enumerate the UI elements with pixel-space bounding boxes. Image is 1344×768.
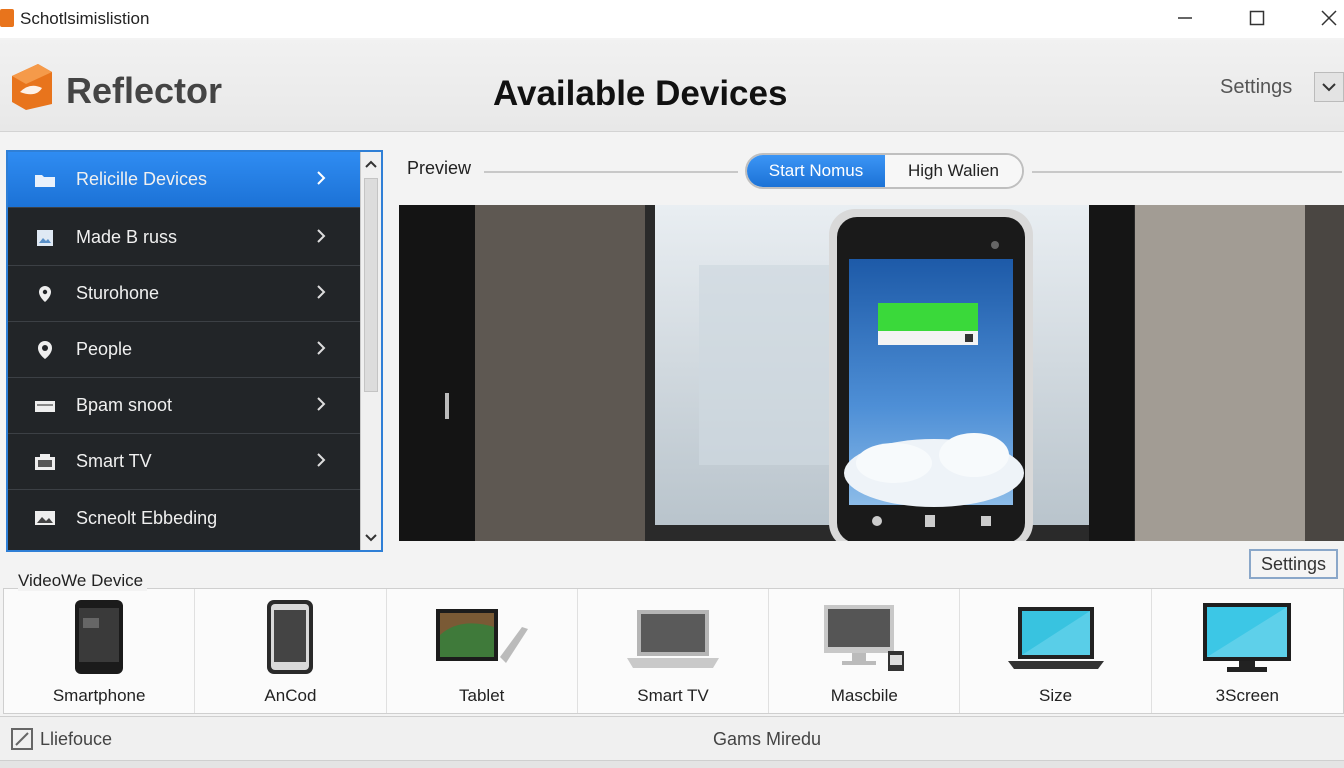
window-bottom-edge: [0, 760, 1344, 768]
title-bar: Schotlsimislistion: [0, 0, 1344, 38]
chevron-up-icon: [365, 160, 377, 168]
phone-preview-illustration: [399, 205, 1344, 541]
app-icon: [0, 9, 14, 27]
device-card-size[interactable]: Size: [960, 589, 1152, 713]
status-center-text: Gams Miredu: [713, 729, 822, 749]
device-sidebar: Relicille Devices Made B russ Sturohone …: [6, 150, 383, 552]
chevron-right-icon: [316, 282, 326, 305]
device-card-ancod[interactable]: AnCod: [195, 589, 387, 713]
page-title: Available Devices: [493, 74, 788, 113]
maximize-icon: [1249, 10, 1265, 26]
desktop-icon: [824, 605, 905, 671]
sidebar-item-bpam-snoot[interactable]: Bpam snoot: [8, 378, 360, 434]
minimize-icon: [1178, 17, 1192, 19]
status-left-text: Lliefouce: [40, 729, 113, 749]
close-button[interactable]: [1306, 4, 1344, 32]
location-pin-icon: [34, 285, 56, 303]
sidebar-list: Relicille Devices Made B russ Sturohone …: [8, 152, 360, 550]
preview-image: [399, 205, 1344, 541]
device-label: Mascbile: [830, 686, 898, 705]
chevron-right-icon: [316, 450, 326, 473]
sidebar-scrollbar[interactable]: [360, 152, 381, 550]
device-label: Smartphone: [52, 686, 146, 705]
chevron-right-icon: [316, 168, 326, 191]
device-section-title: VideoWe Device: [18, 571, 148, 591]
sidebar-item-smart-tv[interactable]: Smart TV: [8, 434, 360, 490]
window-title: Schotlsimislistion: [20, 9, 150, 28]
laptop-icon: [626, 610, 719, 668]
maximize-button[interactable]: [1234, 4, 1280, 32]
device-card-3screen[interactable]: 3Screen: [1152, 589, 1343, 713]
device-label: Size: [1039, 686, 1073, 705]
device-strip: Smartphone AnCod Tablet Smart TV Mascbil…: [3, 588, 1344, 714]
tablet-icon: [435, 609, 528, 663]
tv-icon: [34, 453, 56, 471]
scroll-up-button[interactable]: [361, 152, 381, 176]
map-marker-icon: [34, 340, 56, 359]
preview-label: Preview: [407, 158, 472, 178]
laptop-blue-icon: [1007, 607, 1104, 669]
edit-icon[interactable]: [11, 728, 33, 750]
brand-name: Reflector: [66, 70, 223, 111]
mode-toggle: Start Nomus High Walien: [745, 153, 1024, 189]
sidebar-item-made-b-russ[interactable]: Made B russ: [8, 210, 360, 266]
phone-icon: [267, 600, 314, 674]
preview-settings-button[interactable]: Settings: [1249, 549, 1338, 579]
photo-icon: [34, 509, 56, 527]
chevron-down-icon: [365, 534, 377, 542]
device-card-tablet[interactable]: Tablet: [387, 589, 578, 713]
chevron-down-icon: [1322, 83, 1336, 92]
scroll-down-button[interactable]: [361, 526, 381, 550]
card-icon: [34, 397, 56, 415]
sidebar-item-label: Scneolt Ebbeding: [76, 507, 218, 528]
device-label: 3Screen: [1215, 686, 1279, 705]
reflector-logo-icon: [12, 64, 52, 110]
settings-menu[interactable]: Settings: [1220, 76, 1292, 99]
close-icon: [1321, 10, 1337, 26]
device-label: AnCod: [264, 686, 317, 705]
device-label: Tablet: [459, 686, 505, 705]
sidebar-item-sturohone[interactable]: Sturohone: [8, 266, 360, 322]
sidebar-item-scneolt-ebbeding[interactable]: Scneolt Ebbeding: [8, 490, 360, 546]
monitor-icon: [1203, 603, 1292, 672]
sidebar-item-label: Relicille Devices: [76, 169, 208, 189]
smartphone-icon: [75, 600, 124, 674]
app-header: Reflector Available Devices Settings: [0, 40, 1344, 132]
sidebar-item-label: Made B russ: [76, 227, 178, 247]
chevron-right-icon: [316, 394, 326, 417]
device-card-smart-tv[interactable]: Smart TV: [578, 589, 770, 713]
image-icon: [34, 229, 56, 247]
sidebar-item-label: People: [76, 339, 133, 359]
scroll-thumb[interactable]: [364, 178, 378, 392]
device-label: Smart TV: [637, 686, 709, 705]
status-bar: Lliefouce Gams Miredu: [0, 716, 1344, 760]
divider: [484, 171, 738, 173]
high-mode-button[interactable]: High Walien: [885, 155, 1022, 187]
minimize-button[interactable]: [1162, 4, 1208, 32]
sidebar-item-relicille-devices[interactable]: Relicille Devices: [8, 152, 360, 208]
sidebar-item-people[interactable]: People: [8, 322, 360, 378]
sidebar-item-label: Smart TV: [76, 451, 152, 471]
device-card-smartphone[interactable]: Smartphone: [4, 589, 196, 713]
sidebar-item-label: Sturohone: [76, 283, 160, 303]
chevron-right-icon: [316, 226, 326, 249]
divider: [1032, 171, 1342, 173]
settings-dropdown[interactable]: [1314, 72, 1344, 102]
start-mode-button[interactable]: Start Nomus: [747, 155, 885, 187]
chevron-right-icon: [316, 338, 326, 361]
sidebar-item-label: Bpam snoot: [76, 395, 173, 415]
folder-icon: [34, 171, 56, 189]
device-card-mascbile[interactable]: Mascbile: [769, 589, 961, 713]
